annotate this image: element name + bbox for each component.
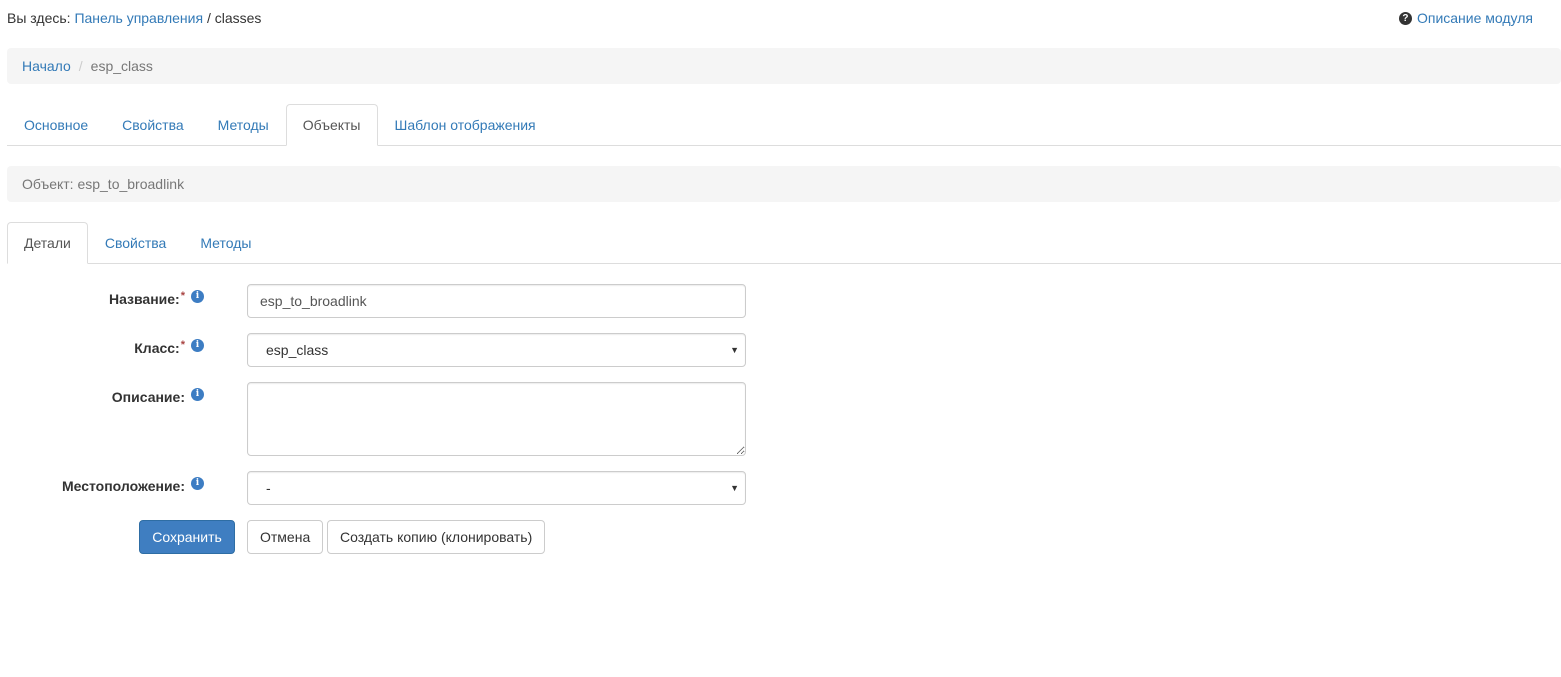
- breadcrumb-home[interactable]: Начало: [22, 58, 71, 74]
- name-label: Название: * i: [109, 285, 204, 313]
- caret-down-icon: ▼: [730, 345, 739, 355]
- name-input[interactable]: [247, 284, 746, 318]
- breadcrumb-current: esp_class: [90, 58, 153, 74]
- location-label-text: Местоположение:: [61, 478, 185, 494]
- you-are-here-label: Вы здесь:: [7, 10, 71, 26]
- control-panel-link[interactable]: Панель управления: [74, 10, 203, 26]
- top-bar: Вы здесь: Панель управления / classes ? …: [7, 9, 1533, 29]
- class-select[interactable]: esp_class ▼: [247, 333, 746, 367]
- description-label-text: Описание:: [111, 389, 185, 405]
- caret-down-icon: ▼: [730, 483, 739, 493]
- clone-button[interactable]: Создать копию (клонировать): [327, 520, 545, 554]
- info-circle-icon[interactable]: i: [191, 387, 204, 401]
- question-circle-icon: ?: [1398, 11, 1412, 25]
- class-label: Класс: * i: [134, 334, 204, 362]
- subtab-properties[interactable]: Свойства: [88, 222, 183, 264]
- class-label-text: Класс:: [134, 340, 180, 356]
- path-separator: /: [206, 10, 211, 26]
- module-help-label[interactable]: Описание модуля: [1417, 9, 1533, 27]
- description-label: Описание: i: [112, 383, 204, 411]
- tab-display-template[interactable]: Шаблон отображения: [378, 104, 553, 146]
- tab-main[interactable]: Основное: [7, 104, 105, 146]
- object-tabs: Детали Свойства Методы: [7, 222, 1561, 264]
- tab-properties[interactable]: Свойства: [105, 104, 200, 146]
- cancel-button[interactable]: Отмена: [247, 520, 323, 554]
- name-label-text: Название:: [108, 291, 180, 307]
- info-circle-icon[interactable]: i: [191, 476, 204, 490]
- location-label: Местоположение: i: [62, 472, 204, 500]
- breadcrumb-separator: /: [78, 58, 83, 74]
- object-title-bar: Объект: esp_to_broadlink: [7, 166, 1561, 202]
- location-path: Вы здесь: Панель управления / classes: [7, 9, 261, 27]
- info-circle-icon[interactable]: i: [191, 289, 204, 303]
- location-select-value: -: [266, 480, 271, 496]
- required-mark: *: [180, 290, 185, 302]
- main-tabs: Основное Свойства Методы Объекты Шаблон …: [7, 104, 1561, 146]
- subtab-methods[interactable]: Методы: [183, 222, 268, 264]
- subtab-details[interactable]: Детали: [7, 222, 88, 264]
- object-title: Объект: esp_to_broadlink: [22, 176, 185, 192]
- path-current: classes: [214, 10, 262, 26]
- tab-objects[interactable]: Объекты: [285, 104, 378, 146]
- save-button[interactable]: Сохранить: [139, 520, 235, 554]
- class-select-value: esp_class: [266, 342, 329, 358]
- breadcrumb: Начало / esp_class: [7, 48, 1561, 84]
- info-circle-icon[interactable]: i: [191, 338, 204, 352]
- location-select[interactable]: - ▼: [247, 471, 746, 505]
- description-textarea[interactable]: [247, 382, 746, 456]
- required-mark: *: [180, 339, 185, 351]
- module-help-link[interactable]: ? Описание модуля: [1398, 9, 1533, 27]
- tab-methods[interactable]: Методы: [201, 104, 286, 146]
